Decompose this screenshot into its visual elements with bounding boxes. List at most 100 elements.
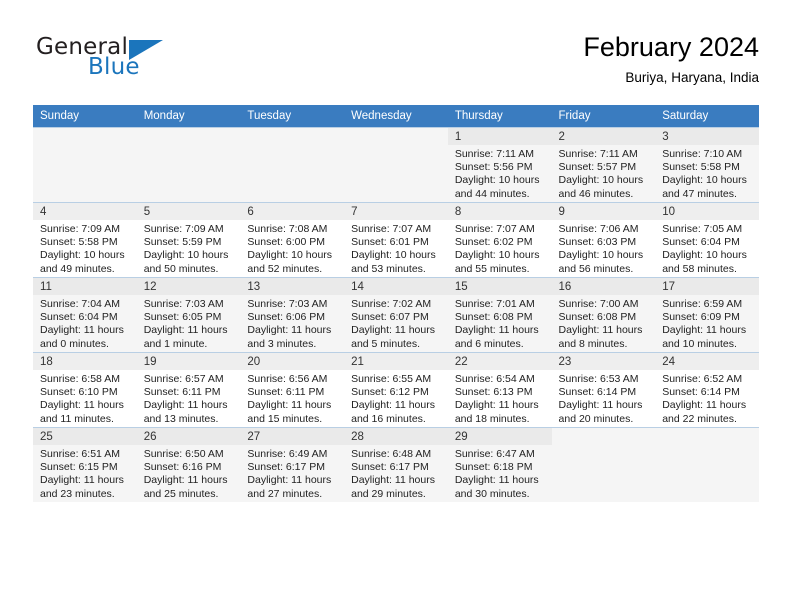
calendar-day-cell[interactable]: 22 Sunrise: 6:54 AM Sunset: 6:13 PM Dayligh… bbox=[447, 352, 552, 428]
weekday-header-friday: Friday bbox=[551, 105, 656, 128]
calendar-day-cell[interactable]: 12 Sunrise: 7:03 AM Sunset: 6:05 PM Dayligh… bbox=[136, 277, 241, 353]
calendar-day-cell[interactable]: 8 Sunrise: 7:07 AM Sunset: 6:02 PM Daylight… bbox=[447, 202, 552, 278]
sunrise-text: Sunrise: 7:00 AM bbox=[558, 298, 639, 310]
sunset-text: Sunset: 6:05 PM bbox=[143, 311, 222, 324]
day-details: Sunrise: 7:07 AM Sunset: 6:02 PM Daylight:… bbox=[455, 220, 548, 276]
calendar-day-cell[interactable]: 13 Sunrise: 7:03 AM Sunset: 6:06 PM Dayligh… bbox=[240, 277, 345, 353]
sunset-text: Sunset: 6:14 PM bbox=[558, 386, 637, 399]
day-number: 24 bbox=[662, 356, 676, 368]
calendar-day-cell[interactable]: 10 Sunrise: 7:05 AM Sunset: 6:04 PM Dayligh… bbox=[655, 202, 759, 278]
sunrise-text: Sunrise: 6:48 AM bbox=[351, 448, 432, 460]
daylight-text-line1: Daylight: 11 hours bbox=[558, 324, 643, 337]
calendar-day-cell[interactable]: 4 Sunrise: 7:09 AM Sunset: 5:58 PM Daylight… bbox=[33, 202, 137, 278]
day-details: Sunrise: 7:10 AM Sunset: 5:58 PM Daylight:… bbox=[662, 145, 755, 201]
day-cell-inner: 15 Sunrise: 7:01 AM Sunset: 6:08 PM Dayligh… bbox=[447, 278, 552, 352]
calendar-day-cell[interactable]: 3 Sunrise: 7:10 AM Sunset: 5:58 PM Daylight… bbox=[655, 127, 759, 203]
sunset-text: Sunset: 6:11 PM bbox=[143, 386, 221, 399]
day-cell-inner: 29 Sunrise: 6:47 AM Sunset: 6:18 PM Dayligh… bbox=[447, 428, 552, 502]
weekday-header-thursday: Thursday bbox=[447, 105, 552, 128]
daylight-text-line1: Daylight: 11 hours bbox=[40, 399, 124, 412]
day-number: 6 bbox=[247, 206, 254, 218]
daylight-text-line2: and 0 minutes. bbox=[40, 337, 109, 350]
brand-logo[interactable]: General Blue bbox=[33, 30, 263, 90]
calendar-day-cell[interactable]: 27 Sunrise: 6:49 AM Sunset: 6:17 PM Dayligh… bbox=[240, 427, 345, 502]
daylight-text-line1: Daylight: 11 hours bbox=[662, 324, 747, 337]
sunrise-text: Sunrise: 7:04 AM bbox=[40, 298, 120, 310]
sunrise-text: Sunrise: 7:11 AM bbox=[454, 148, 534, 160]
daylight-text-line1: Daylight: 10 hours bbox=[40, 249, 125, 262]
calendar-day-cell[interactable]: 21 Sunrise: 6:55 AM Sunset: 6:12 PM Dayligh… bbox=[344, 352, 448, 428]
daylight-text-line2: and 53 minutes. bbox=[351, 262, 426, 275]
sunset-text: Sunset: 6:16 PM bbox=[143, 461, 222, 474]
sunset-text: Sunset: 6:00 PM bbox=[247, 236, 326, 249]
daylight-text-line1: Daylight: 11 hours bbox=[40, 474, 124, 487]
daylight-text-line2: and 23 minutes. bbox=[40, 487, 115, 500]
calendar-day-cell[interactable]: 15 Sunrise: 7:01 AM Sunset: 6:08 PM Dayligh… bbox=[447, 277, 552, 353]
daylight-text-line1: Daylight: 11 hours bbox=[143, 324, 228, 337]
day-number: 4 bbox=[40, 206, 47, 218]
sunset-text: Sunset: 6:18 PM bbox=[454, 461, 533, 474]
day-number: 14 bbox=[351, 281, 364, 293]
calendar-day-cell[interactable]: 2 Sunrise: 7:11 AM Sunset: 5:57 PM Daylight… bbox=[551, 127, 656, 203]
sunrise-text: Sunrise: 6:49 AM bbox=[247, 448, 328, 460]
calendar-day-cell[interactable]: 26 Sunrise: 6:50 AM Sunset: 6:16 PM Dayligh… bbox=[136, 427, 241, 502]
calendar-day-cell[interactable]: 16 Sunrise: 7:00 AM Sunset: 6:08 PM Dayligh… bbox=[551, 277, 656, 353]
calendar-day-cell[interactable]: 7 Sunrise: 7:07 AM Sunset: 6:01 PM Daylight… bbox=[344, 202, 448, 278]
calendar-day-cell[interactable]: 24 Sunrise: 6:52 AM Sunset: 6:14 PM Dayligh… bbox=[655, 352, 759, 428]
calendar-day-cell[interactable]: 5 Sunrise: 7:09 AM Sunset: 5:59 PM Daylight… bbox=[136, 202, 241, 278]
daylight-text-line2: and 3 minutes. bbox=[247, 337, 317, 350]
calendar-day-cell[interactable]: 9 Sunrise: 7:06 AM Sunset: 6:03 PM Daylight… bbox=[551, 202, 656, 278]
day-details: Sunrise: 7:03 AM Sunset: 6:05 PM Daylight:… bbox=[144, 295, 237, 351]
sunrise-text: Sunrise: 7:07 AM bbox=[454, 223, 535, 235]
daylight-text-line1: Daylight: 11 hours bbox=[454, 474, 539, 487]
day-number: 16 bbox=[558, 281, 572, 293]
day-cell-inner bbox=[33, 128, 137, 202]
calendar-day-cell[interactable]: 20 Sunrise: 6:56 AM Sunset: 6:11 PM Dayligh… bbox=[240, 352, 345, 428]
day-number: 20 bbox=[247, 356, 261, 368]
day-details: Sunrise: 6:50 AM Sunset: 6:16 PM Daylight:… bbox=[144, 445, 237, 501]
calendar-day-cell[interactable]: 23 Sunrise: 6:53 AM Sunset: 6:14 PM Dayligh… bbox=[551, 352, 656, 428]
day-cell-inner: 23 Sunrise: 6:53 AM Sunset: 6:14 PM Dayligh… bbox=[551, 353, 656, 427]
calendar-day-cell[interactable]: 17 Sunrise: 6:59 AM Sunset: 6:09 PM Dayligh… bbox=[655, 277, 759, 353]
sunset-text: Sunset: 5:58 PM bbox=[40, 236, 118, 249]
sunset-text: Sunset: 5:59 PM bbox=[143, 236, 222, 249]
sunrise-text: Sunrise: 6:53 AM bbox=[558, 373, 639, 385]
day-cell-inner bbox=[655, 428, 759, 502]
calendar-day-cell[interactable]: 25 Sunrise: 6:51 AM Sunset: 6:15 PM Dayligh… bbox=[33, 427, 137, 502]
day-cell-inner: 13 Sunrise: 7:03 AM Sunset: 6:06 PM Dayligh… bbox=[240, 278, 345, 352]
day-details: Sunrise: 7:07 AM Sunset: 6:01 PM Daylight:… bbox=[351, 220, 444, 276]
calendar-day-cell[interactable]: 29 Sunrise: 6:47 AM Sunset: 6:18 PM Dayligh… bbox=[447, 427, 552, 502]
calendar-day-cell[interactable]: 11 Sunrise: 7:04 AM Sunset: 6:04 PM Dayligh… bbox=[33, 277, 137, 353]
sunset-text: Sunset: 6:07 PM bbox=[351, 311, 429, 324]
calendar-day-cell[interactable]: 18 Sunrise: 6:58 AM Sunset: 6:10 PM Dayligh… bbox=[33, 352, 137, 428]
daylight-text-line2: and 44 minutes. bbox=[454, 187, 530, 200]
calendar-day-cell[interactable]: 19 Sunrise: 6:57 AM Sunset: 6:11 PM Dayligh… bbox=[136, 352, 241, 428]
day-number: 3 bbox=[662, 131, 669, 143]
day-number: 7 bbox=[351, 206, 358, 218]
day-cell-inner: 3 Sunrise: 7:10 AM Sunset: 5:58 PM Daylight… bbox=[655, 128, 759, 202]
day-details: Sunrise: 6:49 AM Sunset: 6:17 PM Daylight:… bbox=[247, 445, 340, 501]
day-cell-inner: 8 Sunrise: 7:07 AM Sunset: 6:02 PM Daylight… bbox=[447, 203, 552, 277]
day-number: 21 bbox=[351, 356, 364, 368]
calendar-day-cell[interactable]: 6 Sunrise: 7:08 AM Sunset: 6:00 PM Daylight… bbox=[240, 202, 345, 278]
calendar-grid: Sunday Monday Tuesday Wednesday Thursday… bbox=[33, 105, 759, 502]
daylight-text-line2: and 47 minutes. bbox=[662, 187, 737, 200]
sunrise-text: Sunrise: 7:07 AM bbox=[351, 223, 432, 235]
day-number: 19 bbox=[143, 356, 157, 368]
day-number: 15 bbox=[454, 281, 468, 293]
daylight-text-line1: Daylight: 10 hours bbox=[558, 174, 644, 187]
day-details: Sunrise: 6:53 AM Sunset: 6:14 PM Daylight:… bbox=[559, 370, 652, 426]
day-number: 12 bbox=[143, 281, 157, 293]
calendar-empty-cell bbox=[655, 427, 759, 502]
daylight-text-line1: Daylight: 10 hours bbox=[143, 249, 229, 262]
sunset-text: Sunset: 6:17 PM bbox=[247, 461, 326, 474]
day-details: Sunrise: 7:00 AM Sunset: 6:08 PM Daylight:… bbox=[559, 295, 652, 351]
calendar-day-cell[interactable]: 14 Sunrise: 7:02 AM Sunset: 6:07 PM Dayligh… bbox=[344, 277, 448, 353]
calendar-day-cell[interactable]: 28 Sunrise: 6:48 AM Sunset: 6:17 PM Dayligh… bbox=[344, 427, 448, 502]
daylight-text-line2: and 5 minutes. bbox=[351, 337, 420, 350]
sunrise-text: Sunrise: 6:52 AM bbox=[662, 373, 743, 385]
calendar-day-cell[interactable]: 1 Sunrise: 7:11 AM Sunset: 5:56 PM Daylight… bbox=[447, 127, 552, 203]
day-number: 5 bbox=[143, 206, 151, 218]
daylight-text-line2: and 30 minutes. bbox=[454, 487, 530, 500]
day-cell-inner: 17 Sunrise: 6:59 AM Sunset: 6:09 PM Dayligh… bbox=[655, 278, 759, 352]
